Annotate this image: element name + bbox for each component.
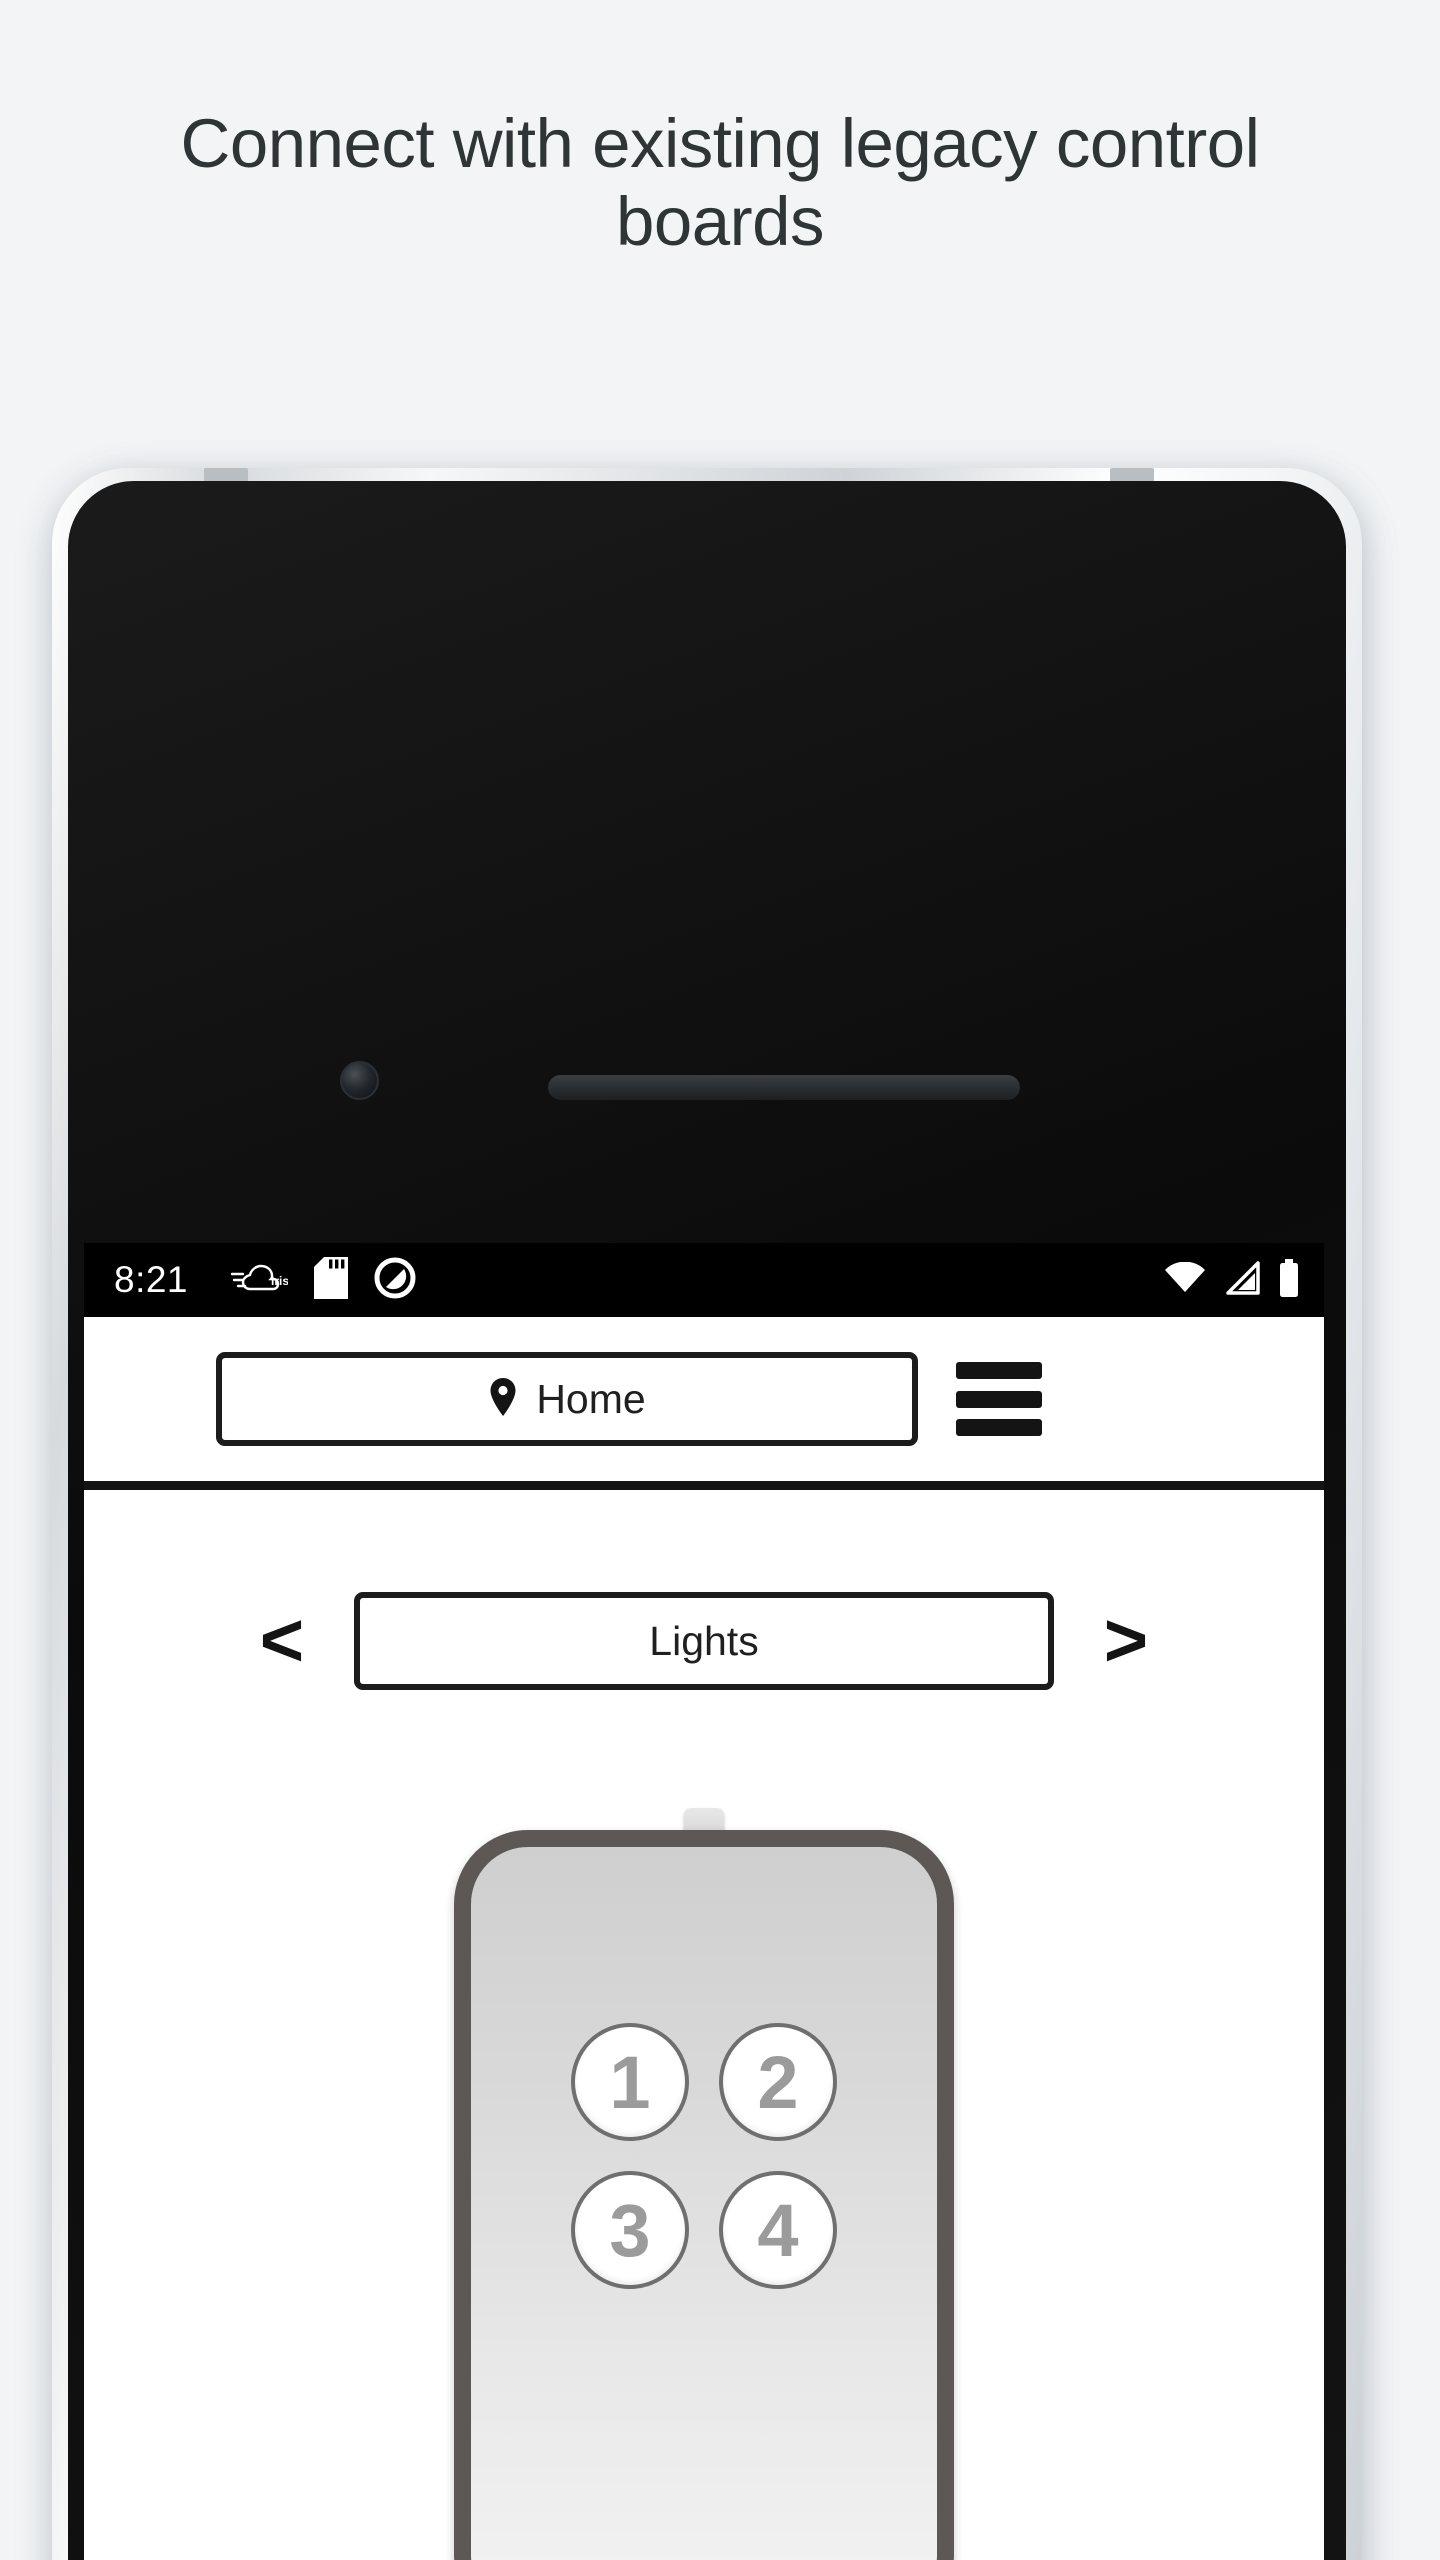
hamburger-bar-3 <box>956 1419 1042 1436</box>
header-divider <box>84 1481 1324 1490</box>
page-title: Connect with existing legacy control boa… <box>180 105 1260 260</box>
phone-outer-frame: 8:21 Iris Home < Lights > 1 2 3 4 <box>52 468 1362 2560</box>
do-not-disturb-icon <box>374 1257 416 1304</box>
remote: 1 2 3 4 <box>454 1808 954 2560</box>
remote-button-3[interactable]: 3 <box>571 2171 689 2289</box>
status-bar-right-icons <box>1164 1258 1300 1302</box>
remote-body: 1 2 3 4 <box>454 1830 954 2560</box>
hamburger-menu-icon[interactable] <box>956 1362 1042 1436</box>
hamburger-bar-2 <box>956 1390 1042 1408</box>
antenna-nub-left <box>204 468 248 482</box>
phone-body: 8:21 Iris Home < Lights > 1 2 3 4 <box>68 481 1346 2560</box>
remote-button-grid: 1 2 3 4 <box>571 2023 837 2289</box>
status-bar: 8:21 Iris <box>84 1243 1324 1317</box>
remote-button-2[interactable]: 2 <box>719 2023 837 2141</box>
battery-icon <box>1278 1258 1300 1302</box>
next-zone-button[interactable]: > <box>1078 1593 1174 1689</box>
iris-cloud-icon: Iris <box>230 1263 289 1298</box>
sd-card-icon <box>314 1256 349 1304</box>
remote-button-4[interactable]: 4 <box>719 2171 837 2289</box>
home-location-button[interactable]: Home <box>216 1352 918 1446</box>
signal-icon <box>1222 1260 1262 1300</box>
location-pin-icon <box>488 1377 518 1422</box>
antenna-nub-right <box>1110 468 1154 482</box>
hamburger-bar-1 <box>956 1362 1042 1379</box>
current-zone-label: Lights <box>649 1617 759 1664</box>
status-bar-clock: 8:21 <box>114 1259 189 1300</box>
app-header: Home <box>84 1317 1324 1481</box>
svg-text:Iris: Iris <box>271 1274 288 1288</box>
phone-mockup: 8:21 Iris Home < Lights > 1 2 3 4 <box>52 468 1397 2560</box>
status-bar-left-icons: Iris <box>230 1256 416 1304</box>
remote-button-1[interactable]: 1 <box>571 2023 689 2141</box>
zone-selector: < Lights > <box>84 1592 1324 1690</box>
wifi-icon <box>1164 1261 1206 1299</box>
phone-screen: 8:21 Iris Home < Lights > 1 2 3 4 <box>84 1243 1324 2560</box>
remote-control-graphic: 1 2 3 4 <box>84 1808 1324 2560</box>
front-camera-icon <box>340 1061 379 1100</box>
previous-zone-button[interactable]: < <box>234 1593 330 1689</box>
current-zone-button[interactable]: Lights <box>354 1592 1054 1690</box>
earpiece-speaker-icon <box>548 1075 1020 1100</box>
home-button-label: Home <box>536 1375 646 1422</box>
